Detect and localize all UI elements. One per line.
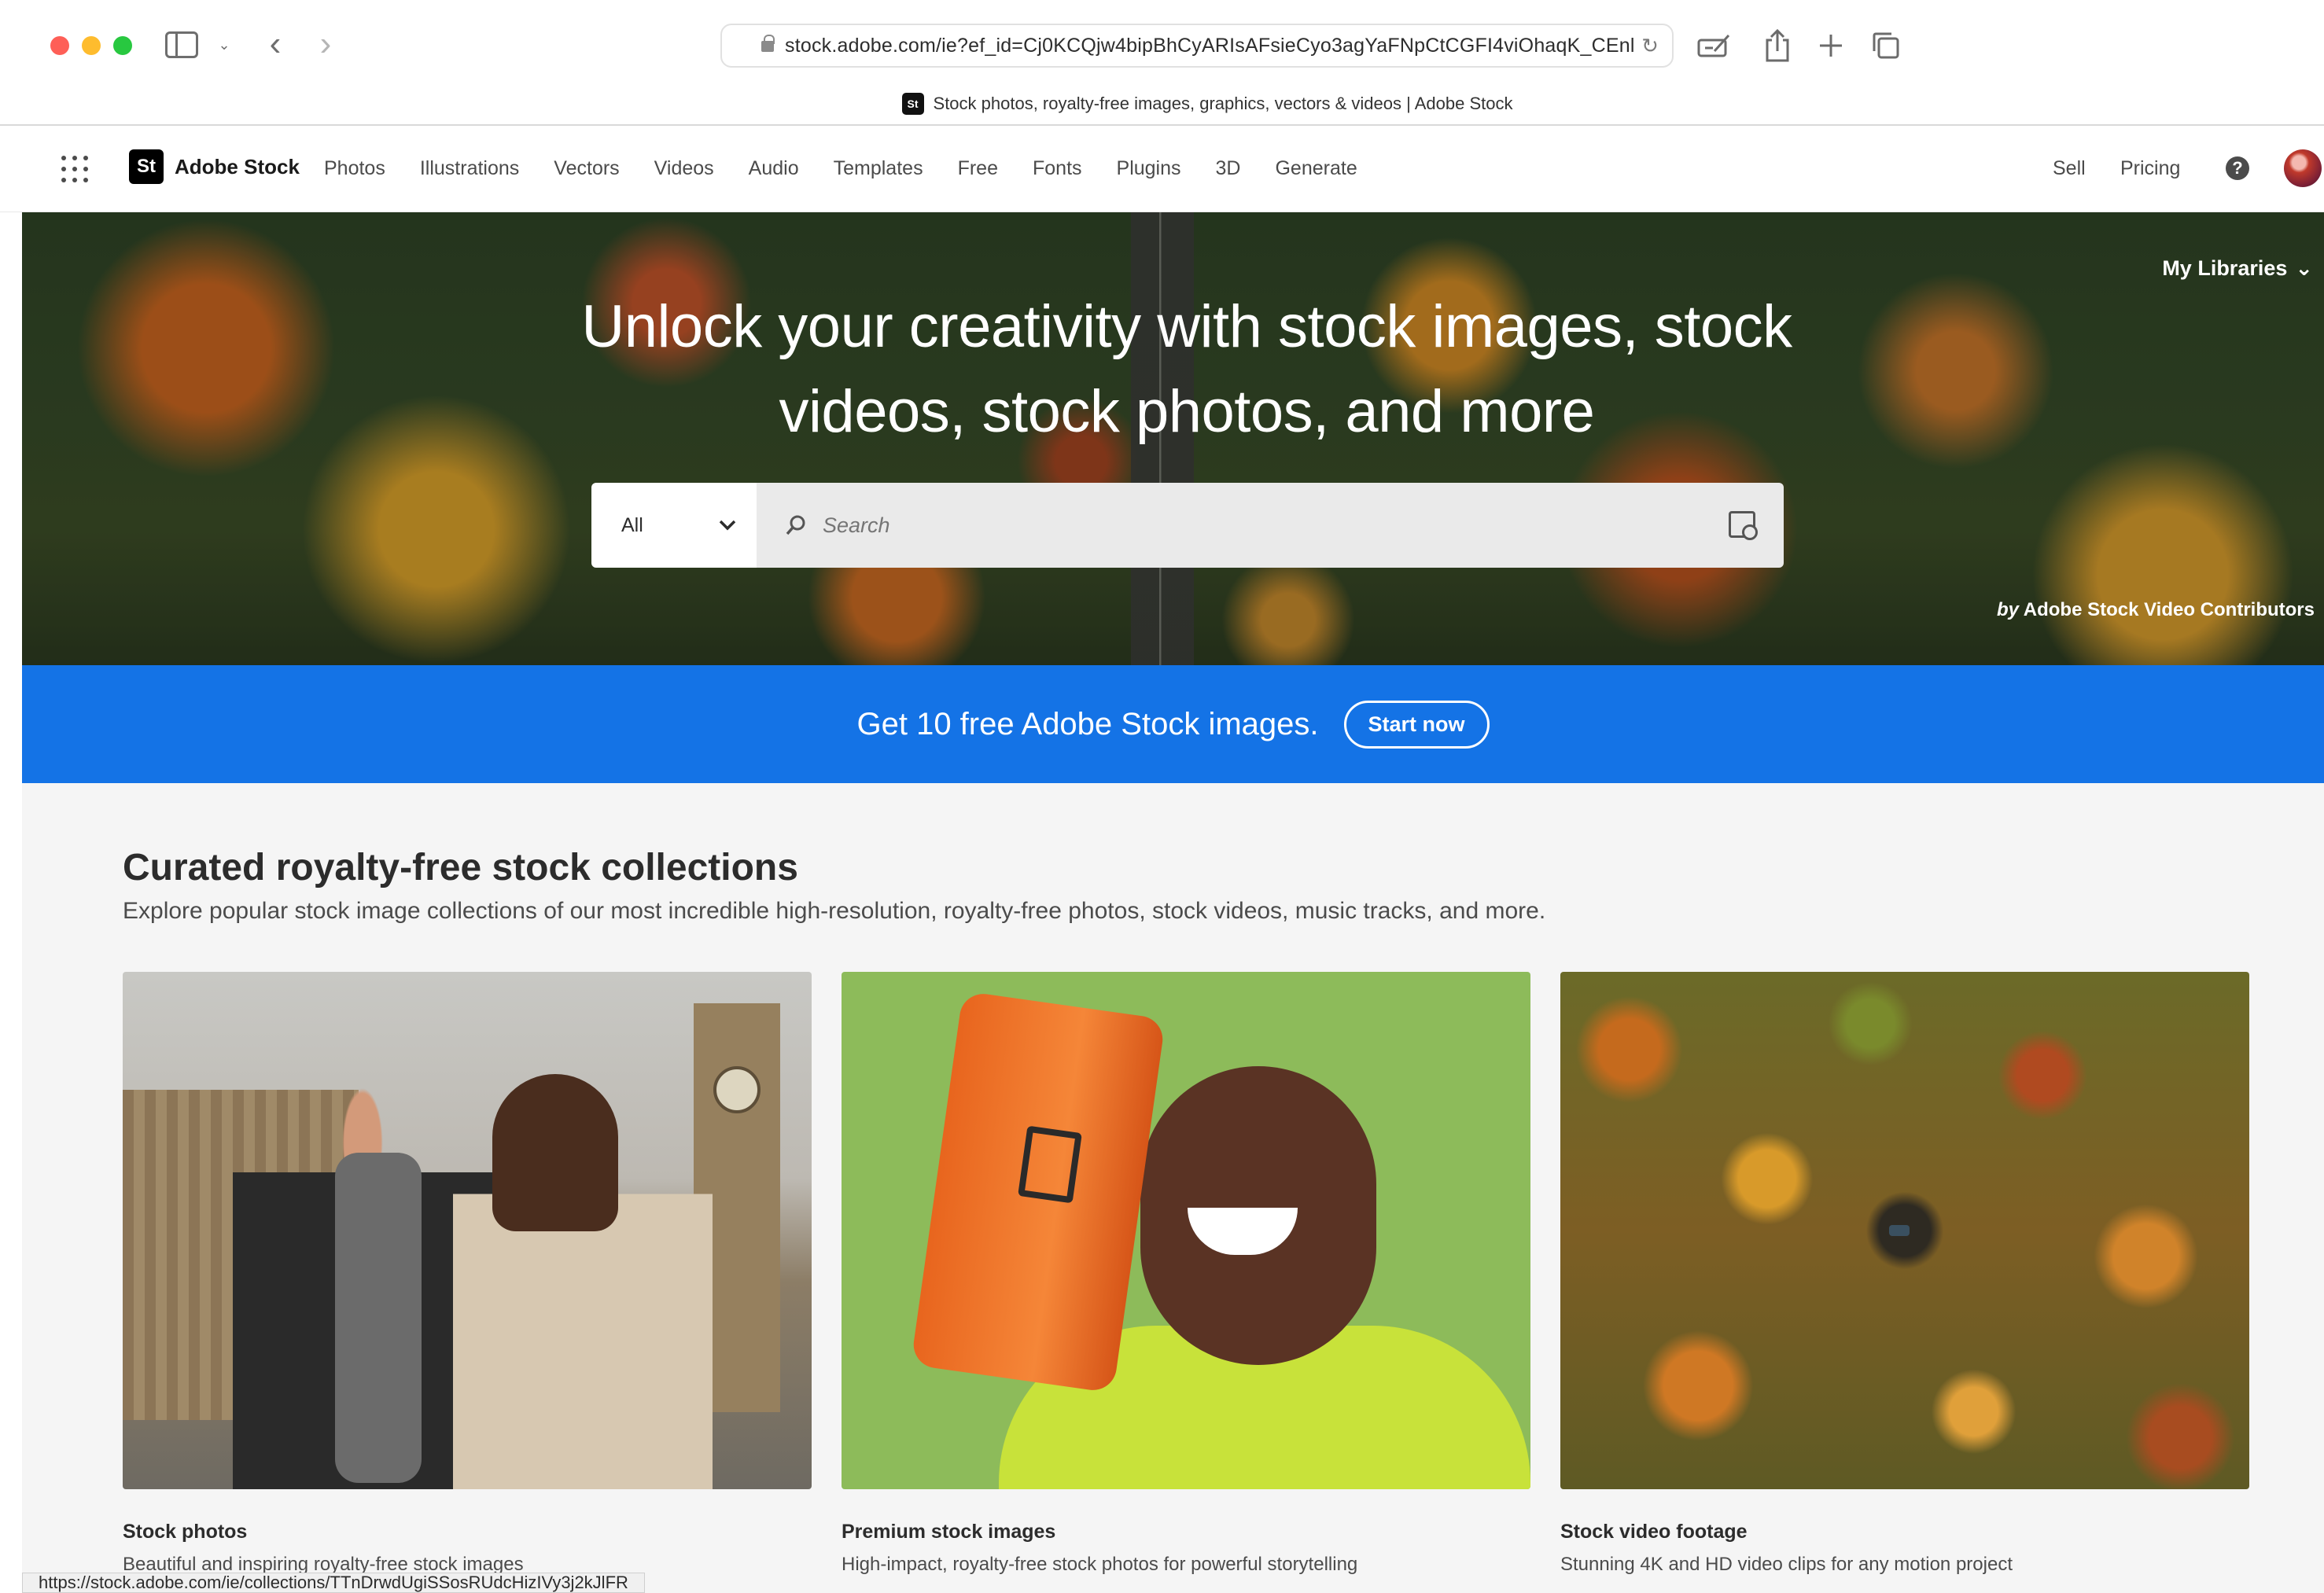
collections-title: Curated royalty-free stock collections [123, 847, 798, 888]
sidebar-icon[interactable] [165, 31, 198, 58]
search-field[interactable] [757, 483, 1784, 568]
hero-title: Unlock your creativity with stock images… [22, 285, 2324, 454]
collection-card-premium[interactable]: Premium stock images High-impact, royalt… [842, 972, 1530, 1575]
nav-free[interactable]: Free [958, 157, 998, 180]
hero: My Libraries ⌄ Unlock your creativity wi… [22, 212, 2324, 665]
search-icon [786, 515, 805, 535]
collection-image[interactable] [1560, 972, 2249, 1489]
brand-name: Adobe Stock [175, 154, 300, 178]
app-switcher-icon[interactable] [61, 156, 88, 182]
hero-title-line1: Unlock your creativity with stock images… [581, 293, 1792, 360]
nav-audio[interactable]: Audio [749, 157, 799, 180]
browser-chrome: ⌄ ‹ › stock.adobe.com/ie?ef_id=Cj0KCQjw4… [0, 0, 2324, 126]
nav-videos[interactable]: Videos [654, 157, 714, 180]
new-tab-icon[interactable] [1812, 27, 1850, 64]
tab-title-text: Stock photos, royalty-free images, graph… [933, 94, 1513, 113]
active-tab[interactable]: St Stock photos, royalty-free images, gr… [0, 93, 2324, 115]
window-controls [50, 36, 132, 55]
hero-credit[interactable]: by Adobe Stock Video Contributors [1997, 599, 2315, 621]
nav-generate[interactable]: Generate [1275, 157, 1357, 180]
nav-templates[interactable]: Templates [834, 157, 923, 180]
collections-section: Curated royalty-free stock collections E… [22, 783, 2324, 1593]
address-bar[interactable]: stock.adobe.com/ie?ef_id=Cj0KCQjw4bipBhC… [720, 24, 1674, 68]
collection-name[interactable]: Premium stock images [842, 1521, 1055, 1543]
main-nav: Photos Illustrations Vectors Videos Audi… [324, 157, 1392, 180]
collection-name[interactable]: Stock photos [123, 1521, 247, 1543]
credit-by: by [1996, 599, 2019, 620]
back-icon[interactable]: ‹ [260, 24, 291, 63]
reader-icon[interactable] [1696, 27, 1733, 64]
credit-name: Adobe Stock Video Contributors [2023, 599, 2315, 620]
adobe-stock-logo: St [129, 149, 164, 184]
promo-banner: Get 10 free Adobe Stock images. Start no… [22, 665, 2324, 783]
chevron-down-icon[interactable]: ⌄ [214, 33, 234, 57]
my-libraries-button[interactable]: My Libraries ⌄ [2162, 256, 2313, 281]
brand-home-link[interactable]: St Adobe Stock [129, 149, 300, 184]
start-now-button[interactable]: Start now [1343, 700, 1490, 749]
nav-illustrations[interactable]: Illustrations [420, 157, 519, 180]
share-icon[interactable] [1759, 27, 1796, 64]
nav-vectors[interactable]: Vectors [554, 157, 619, 180]
search-input[interactable] [823, 513, 1688, 538]
nav-photos[interactable]: Photos [324, 157, 385, 180]
minimize-window-button[interactable] [82, 36, 101, 55]
collection-card-video[interactable]: Stock video footage Stunning 4K and HD v… [1560, 972, 2249, 1575]
search-filter-value: All [621, 513, 643, 536]
favicon: St [901, 93, 924, 115]
chevron-down-icon [719, 520, 736, 531]
close-window-button[interactable] [50, 36, 69, 55]
reload-icon[interactable]: ↻ [1639, 34, 1661, 57]
nav-sell[interactable]: Sell [2053, 157, 2086, 180]
promo-text: Get 10 free Adobe Stock images. [856, 706, 1319, 741]
help-icon[interactable]: ? [2226, 156, 2249, 180]
hero-title-line2: videos, stock photos, and more [779, 378, 1595, 445]
status-bar-url: https://stock.adobe.com/ie/collections/T… [22, 1573, 645, 1593]
lock-icon [761, 35, 775, 52]
collection-card-stock-photos[interactable]: Stock photos Beautiful and inspiring roy… [123, 972, 812, 1575]
nav-fonts[interactable]: Fonts [1033, 157, 1082, 180]
collection-image[interactable] [842, 972, 1530, 1489]
collection-image[interactable] [123, 972, 812, 1489]
tabs-overview-icon[interactable] [1867, 27, 1905, 64]
url-text: stock.adobe.com/ie?ef_id=Cj0KCQjw4bipBhC… [785, 34, 1634, 57]
nav-plugins[interactable]: Plugins [1117, 157, 1181, 180]
collection-name[interactable]: Stock video footage [1560, 1521, 1748, 1543]
site-header: St Adobe Stock Photos Illustrations Vect… [0, 127, 2324, 212]
chevron-down-icon: ⌄ [2295, 256, 2313, 280]
collections-subtitle: Explore popular stock image collections … [123, 898, 1546, 924]
nav-3d[interactable]: 3D [1216, 157, 1241, 180]
maximize-window-button[interactable] [113, 36, 132, 55]
collection-description: Stunning 4K and HD video clips for any m… [1560, 1554, 2013, 1575]
avatar[interactable] [2284, 149, 2322, 187]
search-bar: All [591, 483, 1784, 568]
search-filter-dropdown[interactable]: All [591, 483, 757, 568]
forward-icon[interactable]: › [310, 24, 341, 63]
visual-search-icon[interactable] [1729, 511, 1758, 540]
collection-description: High-impact, royalty-free stock photos f… [842, 1554, 1358, 1575]
nav-pricing[interactable]: Pricing [2120, 157, 2180, 180]
my-libraries-label: My Libraries [2162, 256, 2288, 280]
